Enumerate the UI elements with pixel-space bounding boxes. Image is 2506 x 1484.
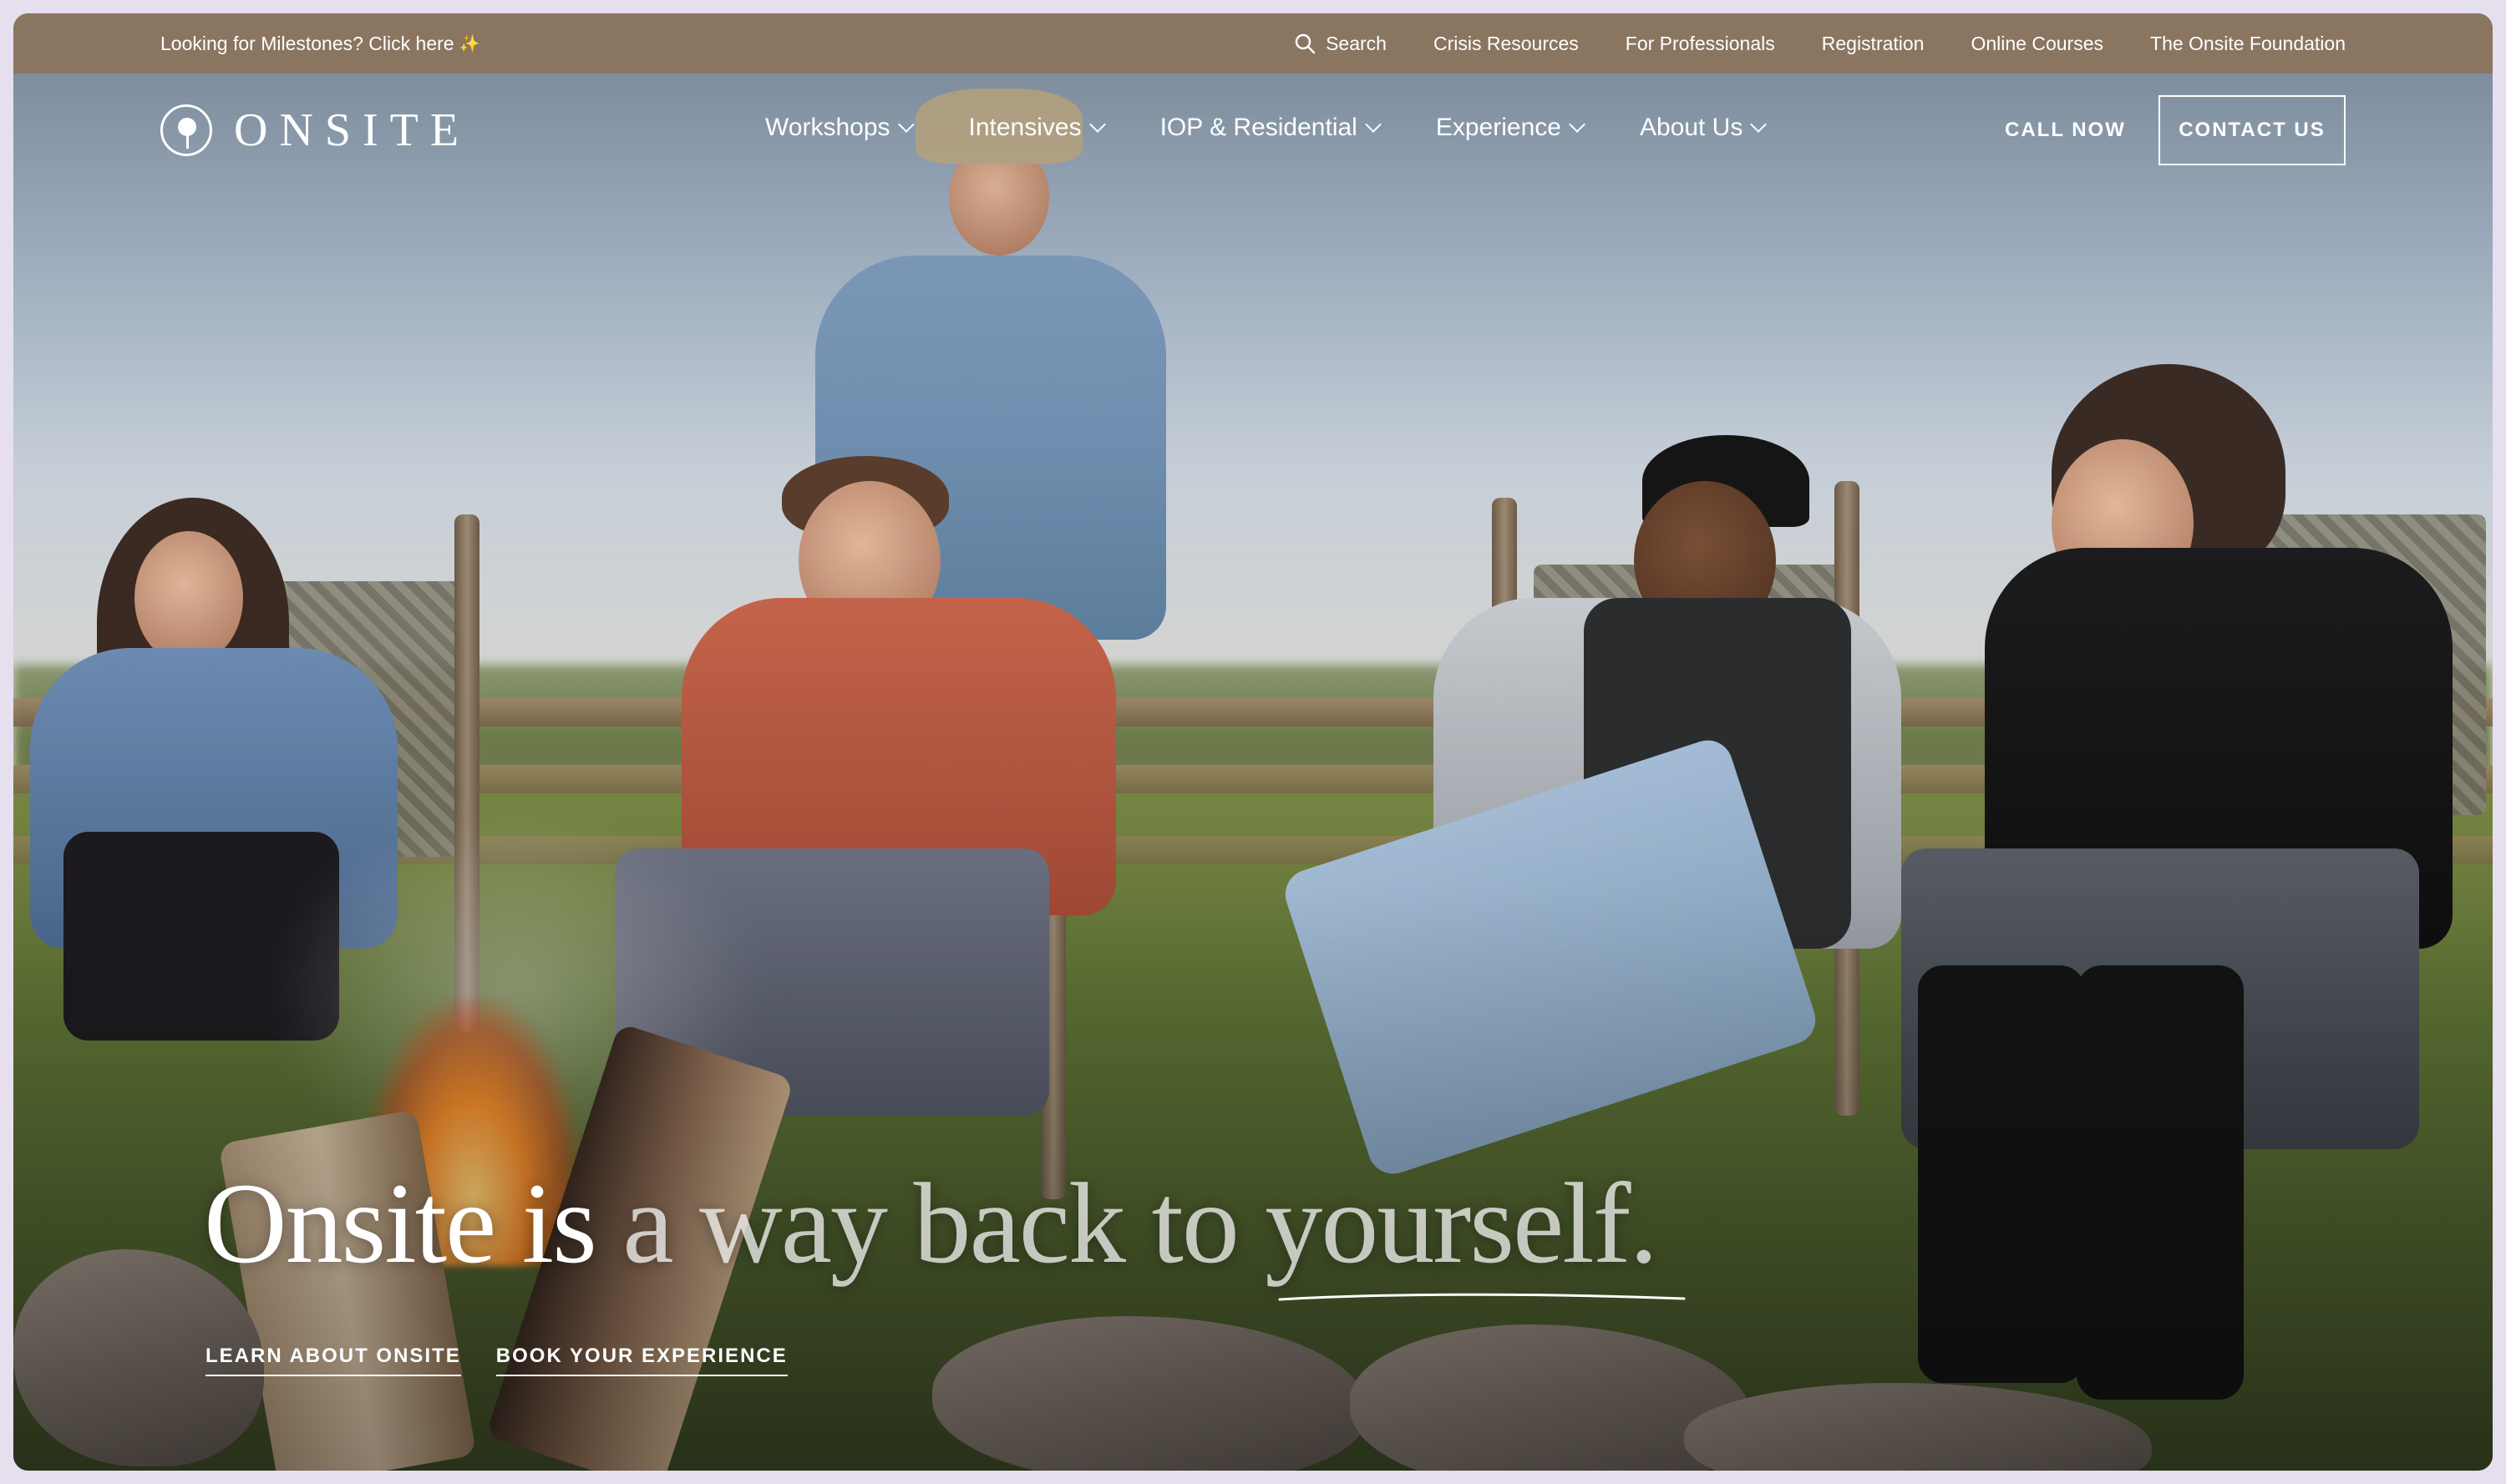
utility-links: Search Crisis Resources For Professional… [1294, 13, 2346, 73]
nav-menu: Workshops Intensives IOP & Residential E… [765, 114, 1768, 142]
tree-logo-icon [160, 104, 212, 156]
hero-headline: Onsite is a way back to yourself. [204, 1166, 1658, 1281]
chevron-down-icon [1364, 116, 1382, 133]
nav-item-experience[interactable]: Experience [1435, 114, 1585, 142]
headline-secondary: a way back to yourself. [622, 1159, 1658, 1287]
headline-primary: Onsite is [204, 1159, 597, 1287]
main-nav: ONSITE Workshops Intensives IOP & Reside… [13, 73, 2493, 182]
link-for-professionals[interactable]: For Professionals [1626, 33, 1775, 55]
nav-item-label: Intensives [968, 114, 1082, 141]
chevron-down-icon [1750, 116, 1768, 133]
nav-item-intensives[interactable]: Intensives [968, 114, 1106, 142]
logo-wordmark: ONSITE [234, 104, 471, 156]
learn-about-onsite-link[interactable]: LEARN ABOUT ONSITE [205, 1345, 461, 1376]
contact-us-button[interactable]: CONTACT US [2159, 95, 2346, 165]
promo-text: Looking for Milestones? Click here [160, 32, 454, 54]
nav-item-iop-residential[interactable]: IOP & Residential [1159, 114, 1382, 142]
link-online-courses[interactable]: Online Courses [1971, 33, 2103, 55]
search-icon [1295, 33, 1316, 54]
link-onsite-foundation[interactable]: The Onsite Foundation [2150, 33, 2346, 55]
chevron-down-icon [897, 116, 915, 133]
nav-item-label: Workshops [765, 114, 890, 141]
search-button[interactable]: Search [1294, 33, 1387, 55]
hero-ctas: LEARN ABOUT ONSITE BOOK YOUR EXPERIENCE [205, 1345, 788, 1376]
call-now-button[interactable]: CALL NOW [2005, 119, 2126, 142]
link-registration[interactable]: Registration [1822, 33, 1925, 55]
nav-item-label: About Us [1639, 114, 1743, 141]
sparkle-icon: ✨ [459, 34, 480, 53]
chevron-down-icon [1088, 116, 1106, 133]
search-label: Search [1326, 32, 1387, 54]
book-your-experience-link[interactable]: BOOK YOUR EXPERIENCE [495, 1345, 788, 1376]
nav-item-label: IOP & Residential [1159, 114, 1357, 141]
onsite-logo[interactable]: ONSITE [160, 104, 470, 157]
contact-us-label: CONTACT US [2179, 119, 2326, 141]
nav-item-workshops[interactable]: Workshops [765, 114, 915, 142]
nav-item-label: Experience [1435, 114, 1561, 141]
browser-viewport: Looking for Milestones? Click here ✨ Sea… [13, 13, 2493, 1471]
nav-item-about-us[interactable]: About Us [1639, 114, 1768, 142]
link-crisis-resources[interactable]: Crisis Resources [1433, 33, 1579, 55]
headline-underline-swoosh [1278, 1293, 1686, 1301]
milestones-promo-link[interactable]: Looking for Milestones? Click here ✨ [160, 13, 479, 73]
chevron-down-icon [1569, 116, 1585, 133]
utility-bar: Looking for Milestones? Click here ✨ Sea… [13, 13, 2493, 73]
